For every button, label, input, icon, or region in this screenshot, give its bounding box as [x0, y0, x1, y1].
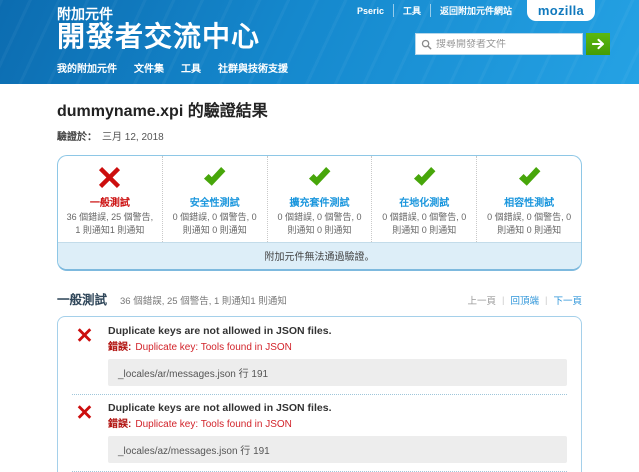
error-label: 錯誤: [108, 342, 132, 354]
suite-extension-link[interactable]: 擴充套件測試 [273, 194, 367, 209]
brand-addons-label: 附加元件 [57, 6, 113, 22]
error-location: _locales/az/messages.json 行 191 [108, 436, 567, 464]
error-item-ar: Duplicate keys are not allowed in JSON f… [72, 318, 567, 396]
pagination-back-to-top[interactable]: 回頂端 [511, 293, 540, 307]
suite-security-counts: 0 個錯誤, 0 個警告, 0 則通知 0 則通知 [172, 212, 257, 235]
check-icon [168, 165, 262, 191]
validation-summary: 一般測試 36 個錯誤, 25 個警告, 1 則通知1 則通知 安全性測試 0 … [57, 155, 582, 272]
suite-general-link[interactable]: 一般測試 [63, 194, 157, 209]
validation-verdict: 附加元件無法通過驗證。 [58, 242, 581, 270]
main-content: dummyname.xpi 的驗證結果 驗證於： 三月 12, 2018 一般測試… [0, 97, 639, 472]
suite-security: 安全性測試 0 個錯誤, 0 個警告, 0 則通知 0 則通知 [161, 156, 267, 243]
check-icon [377, 165, 471, 191]
suite-general-counts: 36 個錯誤, 25 個警告, 1 則通知1 則通知 [66, 212, 154, 235]
validated-label: 驗證於： [57, 132, 97, 143]
error-item-az: Duplicate keys are not allowed in JSON f… [72, 395, 567, 472]
results-section-header: 一般測試 36 個錯誤, 25 個警告, 1 則通知1 則通知 上一頁 | 回頂… [57, 289, 582, 308]
pagination: 上一頁 | 回頂端 | 下一頁 [467, 293, 582, 308]
suite-compatibility-link[interactable]: 相容性測試 [482, 194, 576, 209]
validated-date: 三月 12, 2018 [102, 132, 164, 143]
error-detail: Duplicate key: Tools found in JSON [135, 419, 292, 431]
search-input[interactable] [436, 38, 577, 50]
pagination-prev: 上一頁 [467, 296, 497, 308]
nav-my-addons[interactable]: 我的附加元件 [57, 60, 117, 75]
error-message: 錯誤: Duplicate key: Tools found in JSON [108, 419, 567, 430]
error-label: 錯誤: [108, 419, 132, 431]
error-message: 錯誤: Duplicate key: Tools found in JSON [108, 342, 567, 353]
header-nav: 我的附加元件 文件集 工具 社群與技術支援 [0, 60, 639, 75]
page-title: dummyname.xpi 的驗證結果 [57, 103, 268, 120]
suite-security-link[interactable]: 安全性測試 [168, 194, 262, 209]
search-icon [421, 39, 432, 50]
suite-localization-counts: 0 個錯誤, 0 個警告, 0 則通知 0 則通知 [382, 212, 467, 235]
error-detail: Duplicate key: Tools found in JSON [135, 342, 292, 354]
nav-tools[interactable]: 工具 [181, 60, 201, 75]
suite-general: 一般測試 36 個錯誤, 25 個警告, 1 則通知1 則通知 [58, 156, 162, 242]
check-icon [482, 165, 576, 191]
arrow-right-icon [591, 38, 605, 50]
search-field-wrap [415, 33, 583, 55]
search-bar [415, 33, 610, 55]
suite-localization-link[interactable]: 在地化測試 [377, 194, 471, 209]
pagination-next[interactable]: 下一頁 [553, 293, 582, 307]
error-x-icon [76, 327, 93, 343]
site-header: Pseric 工具 返回附加元件網站 mozilla 附加元件 開發者交流中心 … [0, 0, 639, 84]
suite-localization: 在地化測試 0 個錯誤, 0 個警告, 0 則通知 0 則通知 [371, 156, 476, 243]
suite-extension-counts: 0 個錯誤, 0 個警告, 0 則通知 0 則通知 [277, 212, 362, 235]
suite-compatibility-counts: 0 個錯誤, 0 個警告, 0 則通知 0 則通知 [487, 212, 572, 235]
error-x-icon [63, 165, 157, 191]
error-location: _locales/ar/messages.json 行 191 [108, 359, 567, 387]
validated-meta: 驗證於： 三月 12, 2018 [57, 128, 582, 143]
error-title: Duplicate keys are not allowed in JSON f… [108, 402, 332, 415]
suite-row: 一般測試 36 個錯誤, 25 個警告, 1 則通知1 則通知 安全性測試 0 … [58, 156, 581, 243]
results-section-title: 一般測試 [57, 293, 108, 308]
pagination-separator: | [502, 294, 505, 306]
suite-extension: 擴充套件測試 0 個錯誤, 0 個警告, 0 則通知 0 則通知 [266, 156, 372, 243]
error-x-icon [76, 404, 93, 420]
pagination-separator: | [545, 294, 548, 306]
nav-community-support[interactable]: 社群與技術支援 [218, 60, 288, 75]
results-section-counts: 36 個錯誤, 25 個警告, 1 則通知1 則通知 [120, 296, 287, 308]
error-list: Duplicate keys are not allowed in JSON f… [57, 316, 582, 472]
error-title: Duplicate keys are not allowed in JSON f… [108, 325, 332, 338]
check-icon [273, 165, 367, 191]
suite-compatibility: 相容性測試 0 個錯誤, 0 個警告, 0 則通知 0 則通知 [476, 156, 581, 243]
search-submit-button[interactable] [586, 33, 610, 55]
nav-documentation[interactable]: 文件集 [134, 60, 164, 75]
